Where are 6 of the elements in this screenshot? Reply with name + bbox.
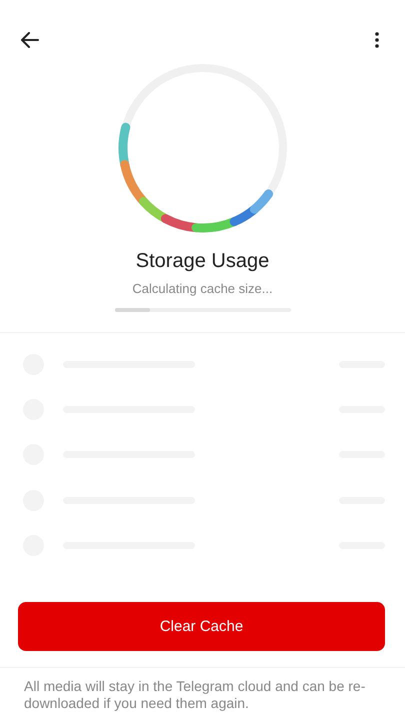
storage-title: Storage Usage xyxy=(136,250,270,273)
status-text: Calculating cache size... xyxy=(132,281,273,296)
more-icon[interactable] xyxy=(375,32,379,48)
back-icon[interactable] xyxy=(21,32,39,48)
clear-cache-button[interactable]: Clear Cache xyxy=(18,602,385,651)
info-text: All media will stay in the Telegram cloud and can be re-downloaded if you need them again. xyxy=(23,677,366,712)
